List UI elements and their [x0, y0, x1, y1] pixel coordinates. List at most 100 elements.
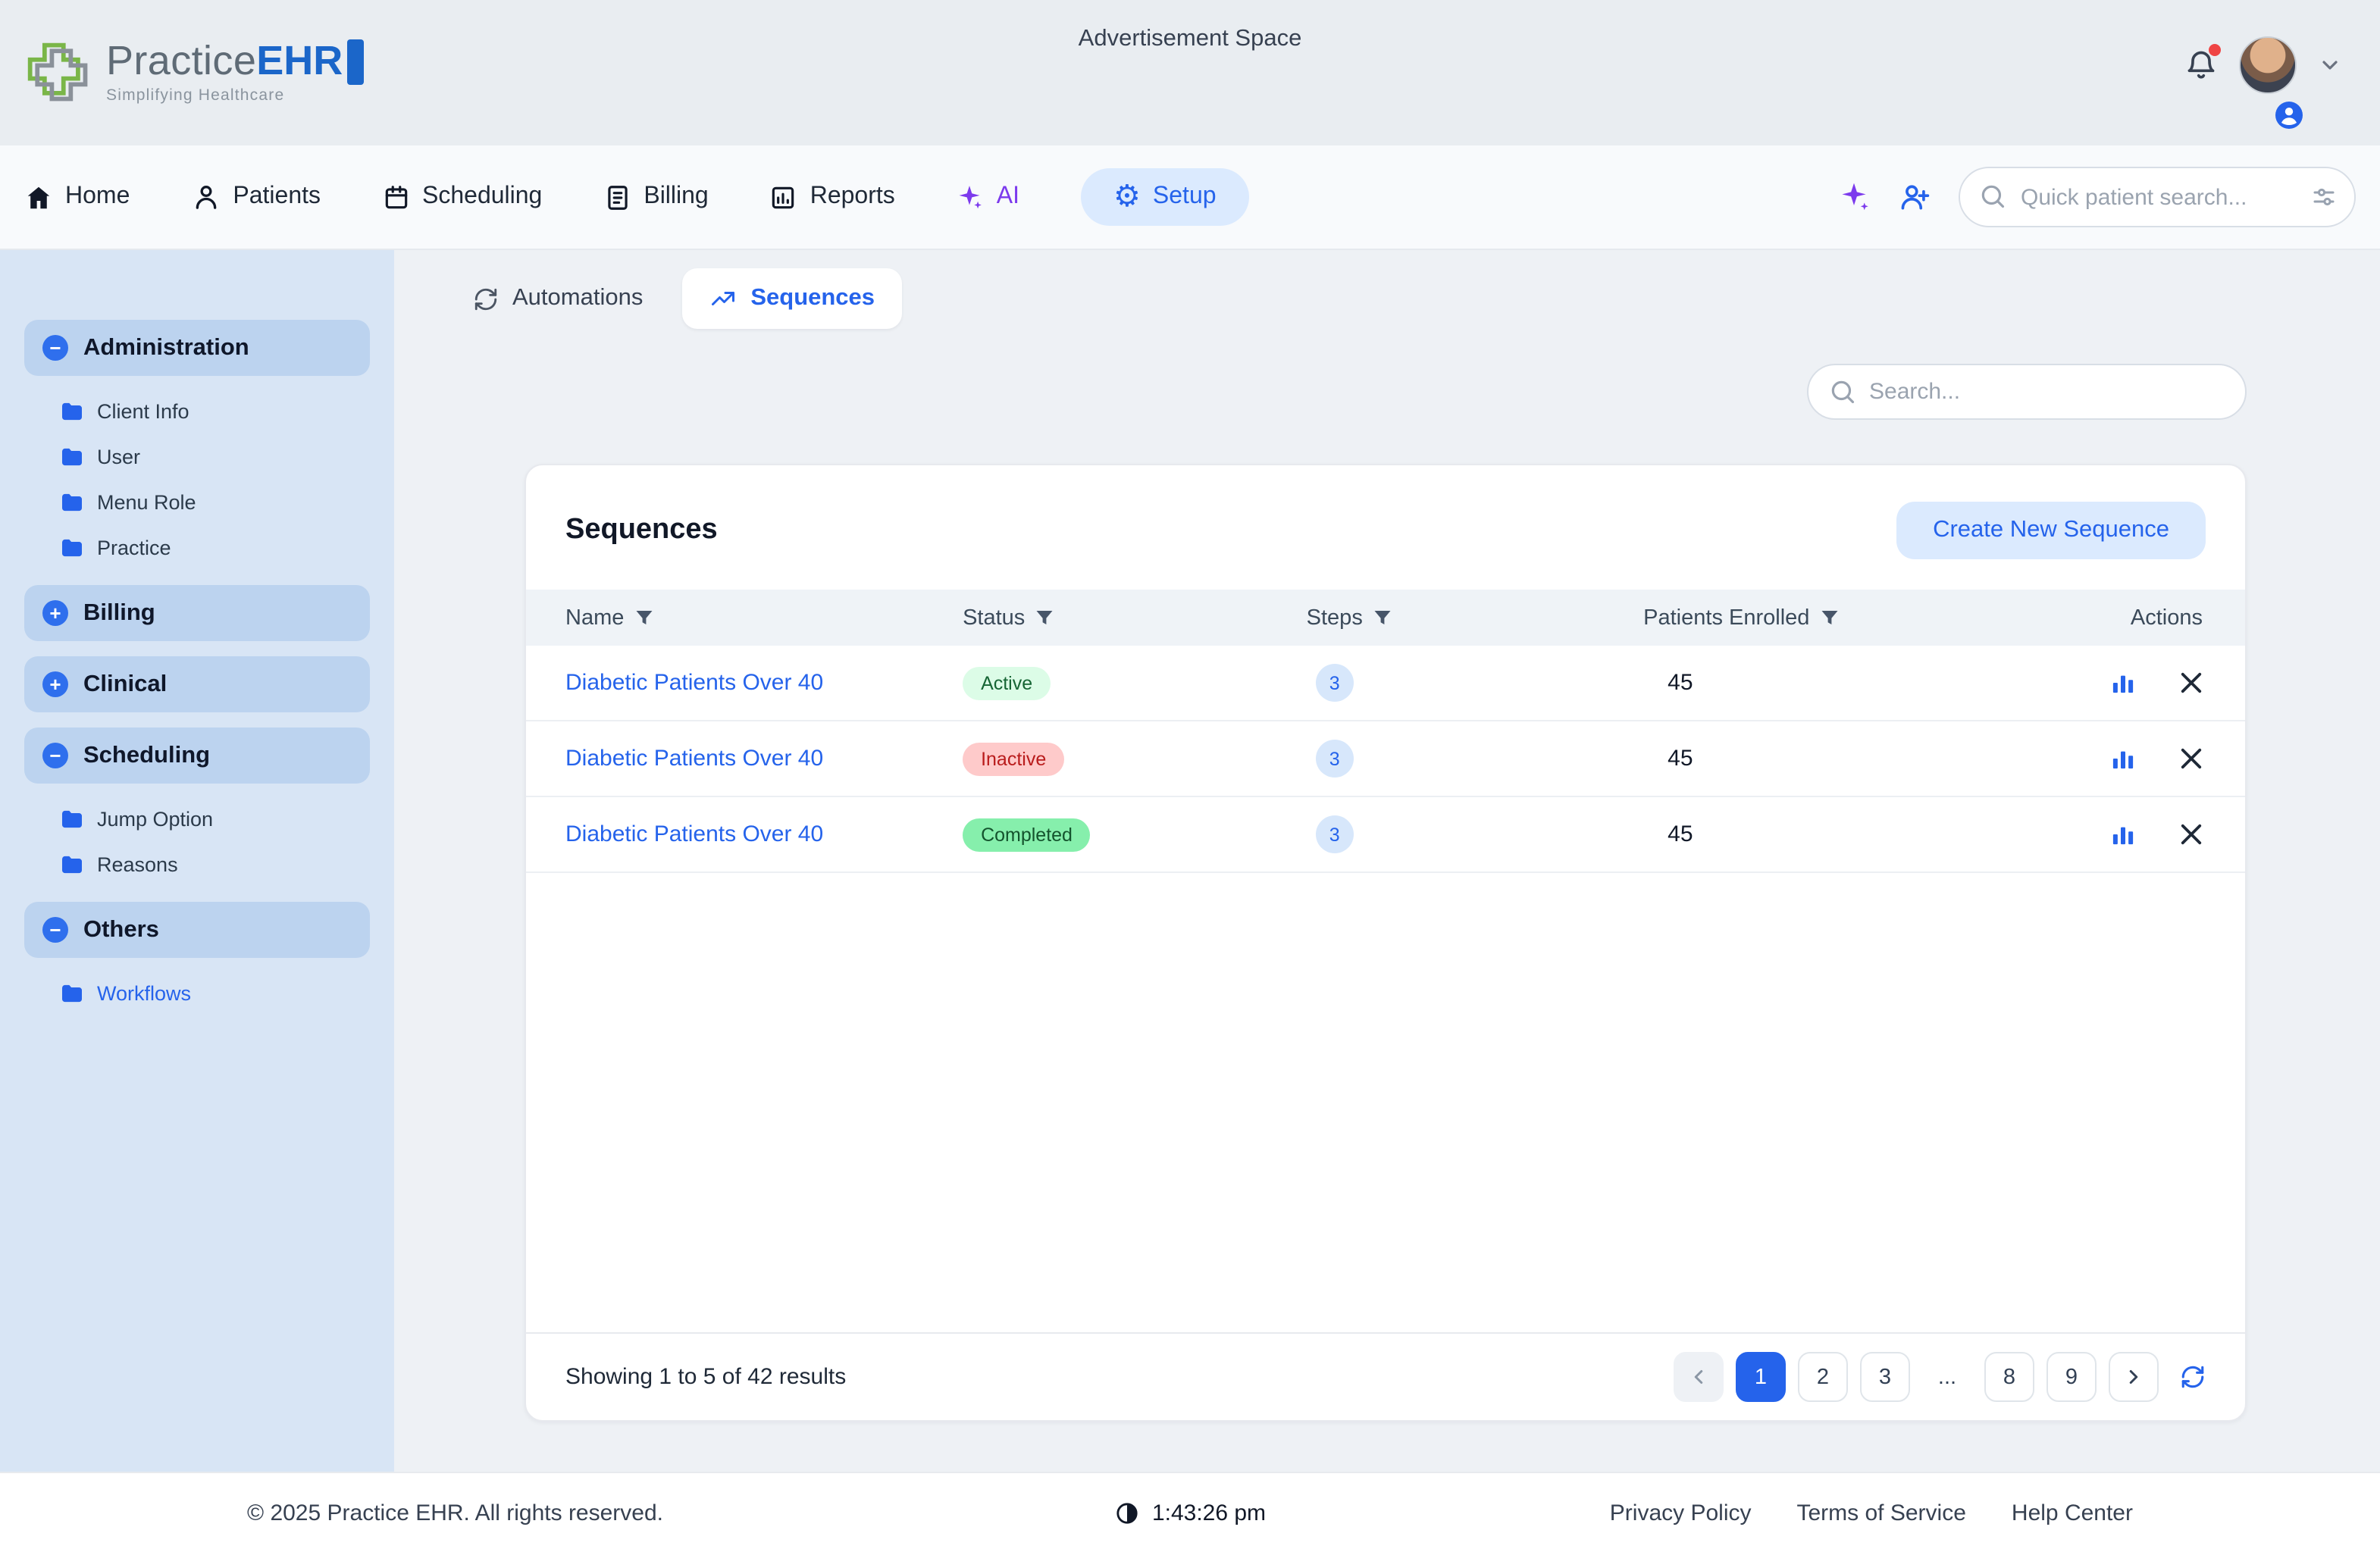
sidebar-item-label: Jump Option: [97, 807, 213, 830]
sequences-search-input[interactable]: [1807, 364, 2247, 420]
sequence-name-link[interactable]: Diabetic Patients Over 40: [565, 670, 823, 696]
page-ellipsis: ...: [1922, 1352, 1972, 1402]
advertisement-text: Advertisement Space: [1079, 26, 1302, 53]
sidebar-item-workflows[interactable]: Workflows: [0, 970, 394, 1015]
chevron-down-icon[interactable]: [2318, 53, 2342, 77]
sidebar-item-jump-option[interactable]: Jump Option: [0, 796, 394, 841]
table-row: Diabetic Patients Over 40 Active 3 45: [526, 646, 2245, 721]
header-actions: Actions: [2027, 605, 2245, 630]
stats-chart-button[interactable]: [2112, 823, 2134, 846]
sidebar-section-clinical[interactable]: + Clinical: [24, 656, 370, 712]
user-avatar[interactable]: [2239, 36, 2297, 94]
filter-funnel-icon[interactable]: [1035, 609, 1054, 626]
sidebar-item-menu-role[interactable]: Menu Role: [0, 479, 394, 524]
sidebar-section-billing[interactable]: + Billing: [24, 585, 370, 641]
patients-enrolled-value: 45: [1643, 821, 2027, 847]
bar-chart-icon: [2112, 671, 2134, 694]
folder-icon: [61, 492, 83, 512]
filter-funnel-icon[interactable]: [1373, 609, 1392, 626]
sidebar-section-label: Others: [83, 916, 159, 943]
nav-home[interactable]: Home: [24, 183, 130, 211]
page-button-9[interactable]: 9: [2046, 1352, 2097, 1402]
filter-funnel-icon[interactable]: [1820, 609, 1838, 626]
nav-reports[interactable]: Reports: [769, 183, 895, 211]
tab-sequences-label: Sequences: [750, 285, 875, 312]
main-content: Automations Sequences Sequences Create N…: [394, 250, 2380, 1472]
close-x-icon: [2180, 823, 2203, 846]
prev-page-button[interactable]: [1674, 1352, 1724, 1402]
main-nav: Home Patients Scheduling Billing Reports…: [0, 146, 2380, 250]
bar-chart-icon: [2112, 747, 2134, 770]
filter-sliders-icon[interactable]: [2310, 183, 2338, 211]
nav-setup[interactable]: ⚙ Setup: [1080, 168, 1250, 226]
sidebar-item-client-info[interactable]: Client Info: [0, 388, 394, 433]
collapse-icon: −: [42, 335, 68, 361]
page-button-8[interactable]: 8: [1984, 1352, 2034, 1402]
filter-funnel-icon[interactable]: [634, 609, 653, 626]
page-button-2[interactable]: 2: [1798, 1352, 1848, 1402]
privacy-policy-link[interactable]: Privacy Policy: [1610, 1500, 1752, 1525]
sidebar-section-label: Billing: [83, 599, 155, 627]
home-icon: [24, 183, 53, 211]
add-patient-icon[interactable]: [1898, 180, 1931, 214]
ai-assistant-sparkle-icon[interactable]: [1837, 180, 1871, 214]
sidebar-item-label: Reasons: [97, 853, 178, 875]
practice-ehr-app: PracticeEHR Simplifying Healthcare Adver…: [0, 0, 2380, 1552]
sidebar-item-user[interactable]: User: [0, 433, 394, 479]
next-page-button[interactable]: [2109, 1352, 2159, 1402]
header-patients-enrolled: Patients Enrolled: [1643, 605, 2027, 630]
logo-text-practice: Practice: [106, 38, 256, 85]
delete-sequence-button[interactable]: [2180, 747, 2203, 770]
nav-scheduling[interactable]: Scheduling: [381, 183, 542, 211]
card-title: Sequences: [565, 514, 718, 547]
nav-billing[interactable]: Billing: [603, 183, 708, 211]
page-button-3[interactable]: 3: [1860, 1352, 1910, 1402]
steps-badge: 3: [1316, 815, 1354, 853]
page-button-1[interactable]: 1: [1736, 1352, 1786, 1402]
refresh-table-button[interactable]: [2180, 1364, 2206, 1390]
create-new-sequence-button[interactable]: Create New Sequence: [1896, 502, 2206, 559]
sidebar-section-scheduling[interactable]: − Scheduling: [24, 728, 370, 784]
collapse-icon: −: [42, 743, 68, 768]
chevron-right-icon: [2122, 1366, 2145, 1388]
logo[interactable]: PracticeEHR Simplifying Healthcare: [24, 38, 364, 108]
sidebar-item-label: Menu Role: [97, 490, 196, 513]
calendar-icon: [381, 183, 410, 211]
folder-icon: [61, 537, 83, 557]
help-center-link[interactable]: Help Center: [2012, 1500, 2133, 1525]
stats-chart-button[interactable]: [2112, 747, 2134, 770]
delete-sequence-button[interactable]: [2180, 823, 2203, 846]
notifications-bell[interactable]: [2184, 48, 2218, 82]
patients-enrolled-value: 45: [1643, 746, 2027, 771]
nav-home-label: Home: [65, 183, 130, 211]
sidebar-section-administration[interactable]: − Administration: [24, 320, 370, 376]
tab-sequences[interactable]: Sequences: [682, 268, 902, 329]
tab-automations[interactable]: Automations: [449, 268, 667, 329]
bar-chart-icon: [2112, 823, 2134, 846]
sidebar-section-others[interactable]: − Others: [24, 902, 370, 958]
person-pin-icon: [2274, 100, 2304, 130]
logo-badge: [347, 39, 364, 84]
chevron-left-icon: [1687, 1366, 1710, 1388]
page-footer: © 2025 Practice EHR. All rights reserved…: [0, 1472, 2380, 1552]
nav-patients[interactable]: Patients: [190, 182, 321, 212]
delete-sequence-button[interactable]: [2180, 671, 2203, 694]
patient-locator-icon[interactable]: [2274, 100, 2304, 130]
sidebar-item-practice[interactable]: Practice: [0, 524, 394, 570]
sequence-name-link[interactable]: Diabetic Patients Over 40: [565, 821, 823, 847]
folder-icon: [61, 446, 83, 466]
quick-patient-search-input[interactable]: [1959, 167, 2356, 227]
table-footer: Showing 1 to 5 of 42 results 1 2 3 ... 8…: [526, 1332, 2245, 1420]
search-icon: [1828, 377, 1857, 406]
terms-of-service-link[interactable]: Terms of Service: [1797, 1500, 1966, 1525]
sidebar-item-reasons[interactable]: Reasons: [0, 841, 394, 887]
folder-icon: [61, 854, 83, 874]
nav-patients-label: Patients: [233, 183, 321, 211]
collapse-icon: −: [42, 917, 68, 943]
sequence-name-link[interactable]: Diabetic Patients Over 40: [565, 746, 823, 771]
nav-ai[interactable]: AI: [956, 183, 1019, 211]
search-icon: [1978, 182, 2007, 211]
folder-icon: [61, 401, 83, 421]
clock-icon: [1114, 1500, 1140, 1525]
stats-chart-button[interactable]: [2112, 671, 2134, 694]
